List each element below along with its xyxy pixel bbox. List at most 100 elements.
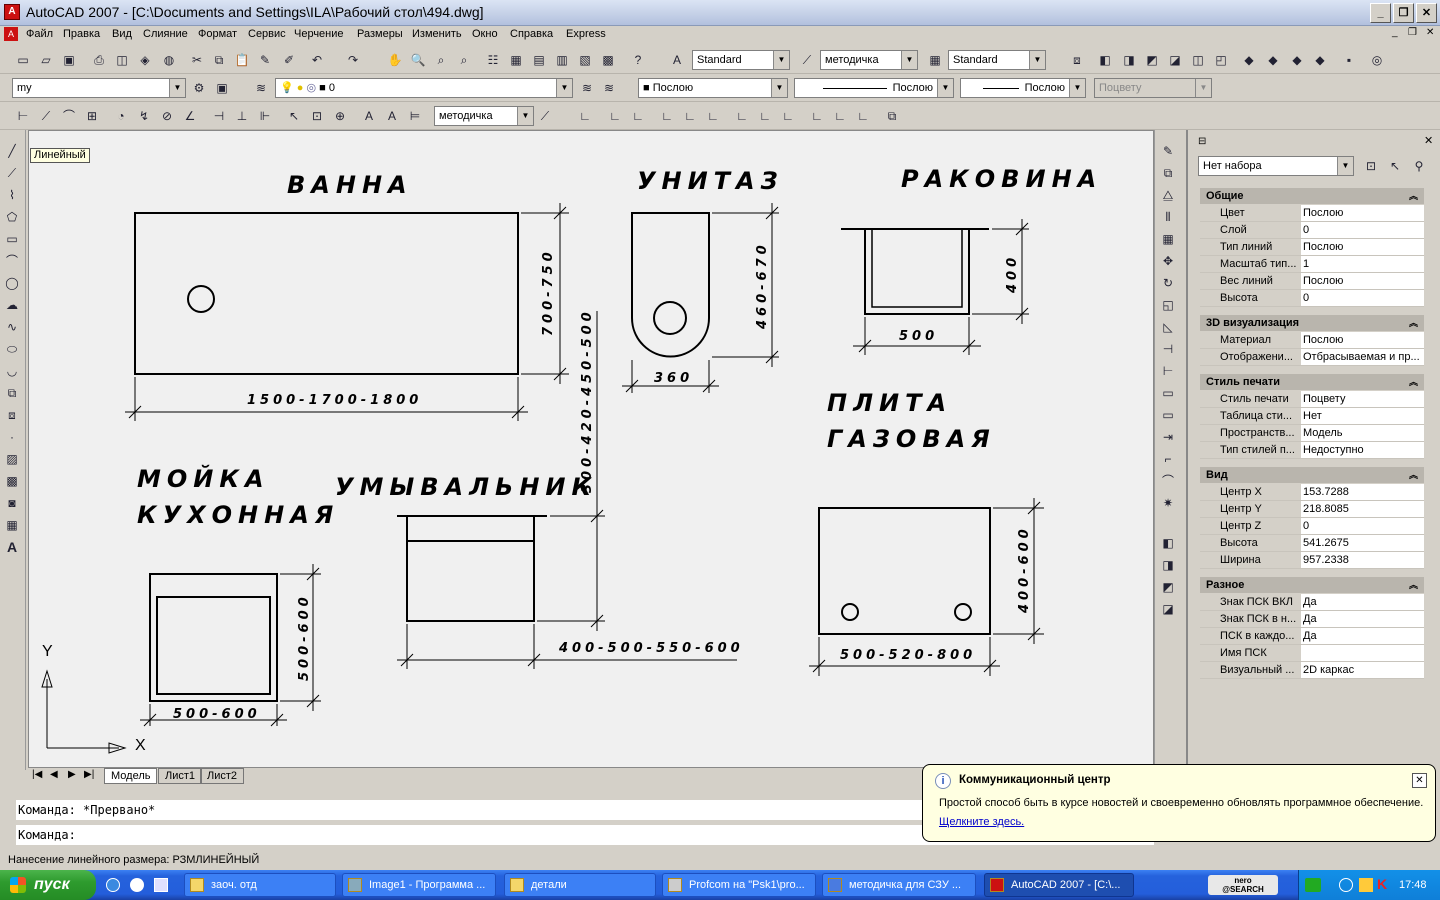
arc-icon[interactable]: ⌒ [3,252,21,270]
open-icon[interactable]: ▱ [37,51,55,69]
layer-previous-icon[interactable]: ≋ [600,79,618,97]
undo-icon[interactable]: ↶ [308,51,326,69]
gradient-icon[interactable]: ▩ [3,472,21,490]
menu-modify[interactable]: Изменить [412,28,462,40]
dim-quick-icon[interactable]: ⊣ [210,107,228,125]
ucs-zaxis-icon[interactable]: ∟ [704,107,722,125]
move-icon[interactable]: ✥ [1159,252,1177,270]
property-value[interactable]: Послою [1301,239,1424,255]
trim-icon[interactable]: ⊣ [1159,340,1177,358]
cut-icon[interactable]: ✂ [188,51,206,69]
property-row[interactable]: Центр Z0 [1200,518,1424,535]
tolerance-icon[interactable]: ⊡ [308,107,326,125]
zoom-window-icon[interactable]: ⌕ [432,51,450,69]
front-view-icon[interactable]: ◫ [1189,51,1207,69]
task-image1[interactable]: Image1 - Программа ... [342,873,496,897]
dim-style-manager-icon[interactable]: ⟋ [536,107,554,125]
tab-last-icon[interactable]: ▶| [84,769,94,780]
offset-icon[interactable]: ⫴ [1159,208,1177,226]
zoom-realtime-icon[interactable]: 🔍 [409,51,427,69]
menu-dimension[interactable]: Размеры [357,28,403,40]
designcenter-icon[interactable]: ▦ [507,51,525,69]
property-value[interactable]: 2D каркас [1301,662,1424,678]
section-header[interactable]: 3D визуализация ︽ [1200,315,1424,331]
property-row[interactable]: Слой 0 [1200,222,1424,239]
balloon-link[interactable]: Щелкните здесь. [939,816,1024,828]
dim-angular-icon[interactable]: ∠ [181,107,199,125]
collapse-chevron-icon[interactable]: ︽ [1409,374,1418,390]
dim-linear-icon[interactable]: ⊢ [14,107,32,125]
properties-icon[interactable]: ☷ [484,51,502,69]
paste-icon[interactable]: 📋 [233,51,251,69]
selection-select[interactable]: Нет набора ▼ [1198,156,1354,176]
print-icon[interactable]: ⎙ [90,51,108,69]
property-value[interactable]: 218.8085 [1301,501,1424,517]
table-style-select[interactable]: Standard ▼ [948,50,1046,70]
extend-icon[interactable]: ⊢ [1159,362,1177,380]
break-point-icon[interactable]: ▭ [1159,384,1177,402]
text-style-select[interactable]: Standard ▼ [692,50,790,70]
publish-icon[interactable]: ◈ [136,51,154,69]
3d-dwf-icon[interactable]: ◍ [160,51,178,69]
preview-icon[interactable]: ◫ [113,51,131,69]
menu-edit[interactable]: Правка [63,28,100,40]
point-icon[interactable]: · [3,428,21,446]
tab-sheet2[interactable]: Лист2 [200,768,245,784]
menu-merge[interactable]: Слияние [143,28,188,40]
property-row[interactable]: Материал Послою [1200,332,1424,349]
nw-iso-icon[interactable]: ◆ [1311,51,1329,69]
dim-continue-icon[interactable]: ⊩ [256,107,274,125]
markup-icon[interactable]: ▧ [576,51,594,69]
property-row[interactable]: Центр X 153.7288 [1200,484,1424,501]
desktop-icon[interactable] [154,878,168,892]
sw-iso-icon[interactable]: ◆ [1240,51,1258,69]
workspace-select[interactable]: my ▼ [12,78,186,98]
start-button[interactable]: пуск [0,870,96,900]
mtext-icon[interactable]: A [3,538,21,556]
insert-block-icon[interactable]: ⧉ [3,384,21,402]
make-block-icon[interactable]: ⧈ [3,406,21,424]
zoom-previous-icon[interactable]: ⌕ [455,51,473,69]
property-value[interactable]: 541.2675 [1301,535,1424,551]
drawing-canvas[interactable]: ВАННА УНИТАЗ РАКОВИНА ПЛИТА ГАЗОВАЯ МОЙК… [28,130,1154,768]
palette-close-icon[interactable]: ✕ [1424,134,1433,147]
dim-baseline-icon[interactable]: ⊥ [233,107,251,125]
ellipse-icon[interactable]: ⬭ [3,340,21,358]
dim-style-icon[interactable]: ⟋ [798,51,816,69]
ucs-3point-icon[interactable]: ∟ [733,107,751,125]
polygon-icon[interactable]: ⬠ [3,208,21,226]
menu-view[interactable]: Вид [112,28,132,40]
xline-icon[interactable]: ⟋ [3,164,21,182]
calculator-icon[interactable]: ▩ [599,51,617,69]
doc-minimize-button[interactable]: _ [1392,27,1398,38]
menu-tools[interactable]: Сервис [248,28,286,40]
se-iso-icon[interactable]: ◆ [1264,51,1282,69]
property-value[interactable]: 0 [1301,290,1424,306]
revcloud-icon[interactable]: ☁ [3,296,21,314]
ucs-y-icon[interactable]: ∟ [779,107,797,125]
dim-arc-icon[interactable]: ⌒ [60,107,78,125]
menu-format[interactable]: Формат [198,28,237,40]
top-view-icon[interactable]: ◧ [1096,51,1114,69]
tab-first-icon[interactable]: |◀ [32,769,42,780]
tab-prev-icon[interactable]: ◀ [50,769,58,780]
property-value[interactable]: 0 [1301,222,1424,238]
autocad-app-icon[interactable]: A [4,4,20,20]
task-profcom[interactable]: Profcom на "Psk1\pro... [662,873,816,897]
dim-radius-icon[interactable]: ◔ [112,107,130,125]
nero-search-widget[interactable]: nero @SEARCH [1208,875,1278,895]
fillet-icon[interactable]: ⌒ [1159,472,1177,490]
property-row[interactable]: ПСК в каждо... Да [1200,628,1424,645]
join-icon[interactable]: ⇥ [1159,428,1177,446]
table-icon[interactable]: ▦ [3,516,21,534]
lineweight-select[interactable]: Послою ▼ [960,78,1086,98]
save-icon[interactable]: ▣ [60,51,78,69]
bottom-view-icon[interactable]: ◨ [1120,51,1138,69]
ucs-previous-icon[interactable]: ⧉ [883,107,901,125]
collapse-chevron-icon[interactable]: ︽ [1409,577,1418,593]
layer-select[interactable]: 💡 ● ◎ ■ 0 ▼ [275,78,573,98]
ucs-view-icon[interactable]: ∟ [658,107,676,125]
center-mark-icon[interactable]: ⊕ [331,107,349,125]
line-icon[interactable]: ╱ [3,142,21,160]
ucs-object-icon[interactable]: ∟ [606,107,624,125]
